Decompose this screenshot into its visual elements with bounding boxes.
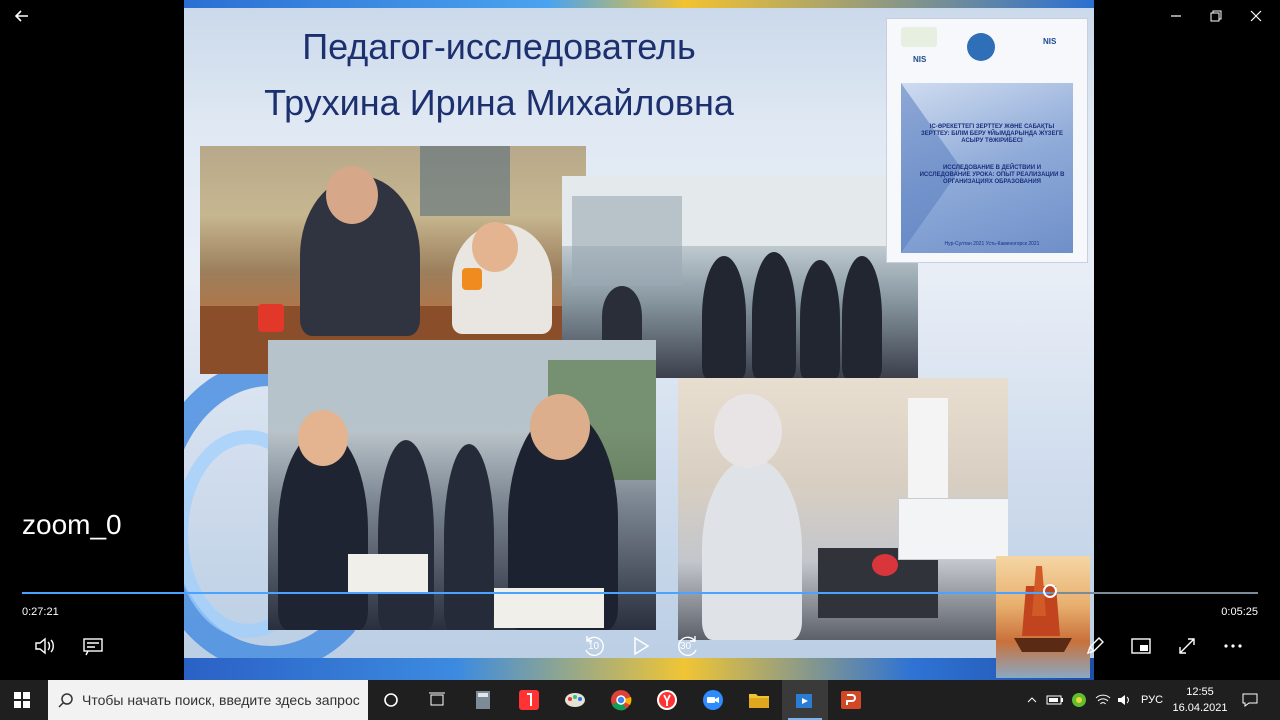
miniview-button[interactable]: [1126, 632, 1156, 660]
elapsed-time: 0:27:21: [22, 606, 59, 618]
cover-footer: Нур-Султан 2021 Усть-Каменогорск 2021: [944, 241, 1040, 247]
taskbar: Чтобы начать поиск, введите здесь запрос: [0, 680, 1280, 720]
close-button[interactable]: [1236, 0, 1276, 32]
close-icon: [1250, 10, 1262, 22]
clock-time: 12:55: [1186, 686, 1214, 698]
shield-icon: [1072, 693, 1086, 707]
cover-logos: NIS NIS: [887, 19, 1087, 77]
draw-button[interactable]: [1080, 632, 1110, 660]
yandex-app[interactable]: [506, 680, 552, 720]
slide-top-stripe: [184, 0, 1094, 8]
security-indicator[interactable]: [1068, 680, 1090, 720]
slide-bottom-stripe: [184, 658, 1094, 680]
windows-icon: [14, 692, 30, 708]
powerpoint-icon: [841, 691, 861, 709]
paint-icon: [565, 693, 585, 707]
taskbar-clock[interactable]: 12:55 16.04.2021: [1168, 684, 1232, 716]
captions-icon: [83, 638, 103, 656]
notifications-button[interactable]: [1236, 680, 1264, 720]
play-button[interactable]: [626, 632, 656, 660]
notification-icon: [1242, 693, 1258, 707]
wifi-icon: [1095, 694, 1111, 705]
yandex-icon: [519, 690, 539, 710]
chrome-icon: [611, 690, 632, 711]
start-button[interactable]: [0, 680, 44, 720]
book-cover: NIS NIS ІС-ӘРЕКЕТТЕГІ ЗЕРТТЕУ ЖӘНЕ САБАҚ…: [886, 18, 1088, 263]
nis-logo-right: NIS: [1043, 37, 1057, 46]
powerpoint-app[interactable]: [828, 680, 874, 720]
cortana-button[interactable]: [368, 680, 414, 720]
presentation-slide: Педагог-исследователь Трухина Ирина Миха…: [184, 0, 1094, 680]
kazakhstan-logo: [901, 27, 937, 47]
seek-bar[interactable]: [22, 584, 1258, 598]
slide-title-line2: Трухина Ирина Михайловна: [264, 82, 734, 123]
cover-kazakh-title: ІС-ӘРЕКЕТТЕГІ ЗЕРТТЕУ ЖӘНЕ САБАҚТЫ ЗЕРТТ…: [921, 124, 1063, 144]
language-indicator[interactable]: РУС: [1138, 680, 1166, 720]
back-button[interactable]: [0, 0, 44, 32]
seal-logo: [967, 33, 995, 61]
folder-icon: [749, 694, 769, 708]
library-photo-students: [268, 340, 656, 630]
nis-logo-left: NIS: [913, 55, 927, 64]
chevron-up-icon: [1027, 697, 1037, 703]
sailboat-icon: [1014, 566, 1072, 652]
more-icon: [1224, 644, 1242, 648]
movies-tv-app[interactable]: [782, 680, 828, 720]
more-button[interactable]: [1218, 632, 1248, 660]
speaker-icon: [1118, 695, 1129, 705]
yandex-browser-app[interactable]: [644, 680, 690, 720]
skip-forward-button[interactable]: 30: [672, 632, 704, 660]
captions-button[interactable]: [78, 632, 108, 660]
paint-app[interactable]: [552, 680, 598, 720]
play-icon: [634, 636, 650, 656]
mini-player-icon: [1131, 638, 1151, 654]
restore-button[interactable]: [1196, 0, 1236, 32]
zoom-app[interactable]: [690, 680, 736, 720]
restore-icon: [1210, 10, 1222, 22]
lab-photo-student: [678, 378, 1008, 640]
volume-indicator[interactable]: [1114, 680, 1136, 720]
film-icon: [796, 694, 812, 708]
skip-forward-label: 30: [680, 641, 692, 652]
yandex-browser-icon: [657, 690, 677, 710]
arrow-left-icon: [15, 10, 28, 22]
task-view-icon: [429, 692, 445, 706]
skip-back-button[interactable]: 10: [578, 632, 610, 660]
seek-bar-fill: [22, 592, 1051, 594]
search-icon: [58, 693, 73, 708]
chrome-app[interactable]: [598, 680, 644, 720]
task-view-button[interactable]: [414, 680, 460, 720]
minimize-icon: [1171, 15, 1181, 17]
search-placeholder: Чтобы начать поиск, введите здесь запрос: [82, 692, 360, 708]
show-hidden-icons-button[interactable]: [1022, 680, 1042, 720]
video-title: zoom_0: [22, 509, 122, 540]
pen-icon: [1086, 637, 1104, 655]
wifi-indicator[interactable]: [1092, 680, 1114, 720]
skip-back-label: 10: [588, 641, 600, 652]
file-explorer-app[interactable]: [736, 680, 782, 720]
speaker-icon: [35, 637, 54, 655]
battery-indicator[interactable]: [1044, 680, 1066, 720]
calculator-icon: [476, 691, 490, 709]
taskbar-search[interactable]: Чтобы начать поиск, введите здесь запрос: [48, 680, 368, 720]
clock-date: 16.04.2021: [1172, 702, 1228, 714]
ship-painting: [996, 556, 1090, 678]
volume-button[interactable]: [30, 632, 60, 660]
minimize-button[interactable]: [1156, 0, 1196, 32]
zoom-icon: [703, 690, 723, 710]
slide-title-line1: Педагог-исследователь: [302, 26, 696, 67]
cover-russian-title: ИССЛЕДОВАНИЕ В ДЕЙСТВИИ И ИССЛЕДОВАНИЕ У…: [919, 165, 1065, 185]
expand-icon: [1179, 638, 1195, 654]
battery-icon: [1046, 695, 1063, 705]
remaining-time: 0:05:25: [1221, 606, 1258, 618]
cortana-icon: [384, 693, 398, 707]
fullscreen-button[interactable]: [1172, 632, 1202, 660]
calculator-app[interactable]: [460, 680, 506, 720]
